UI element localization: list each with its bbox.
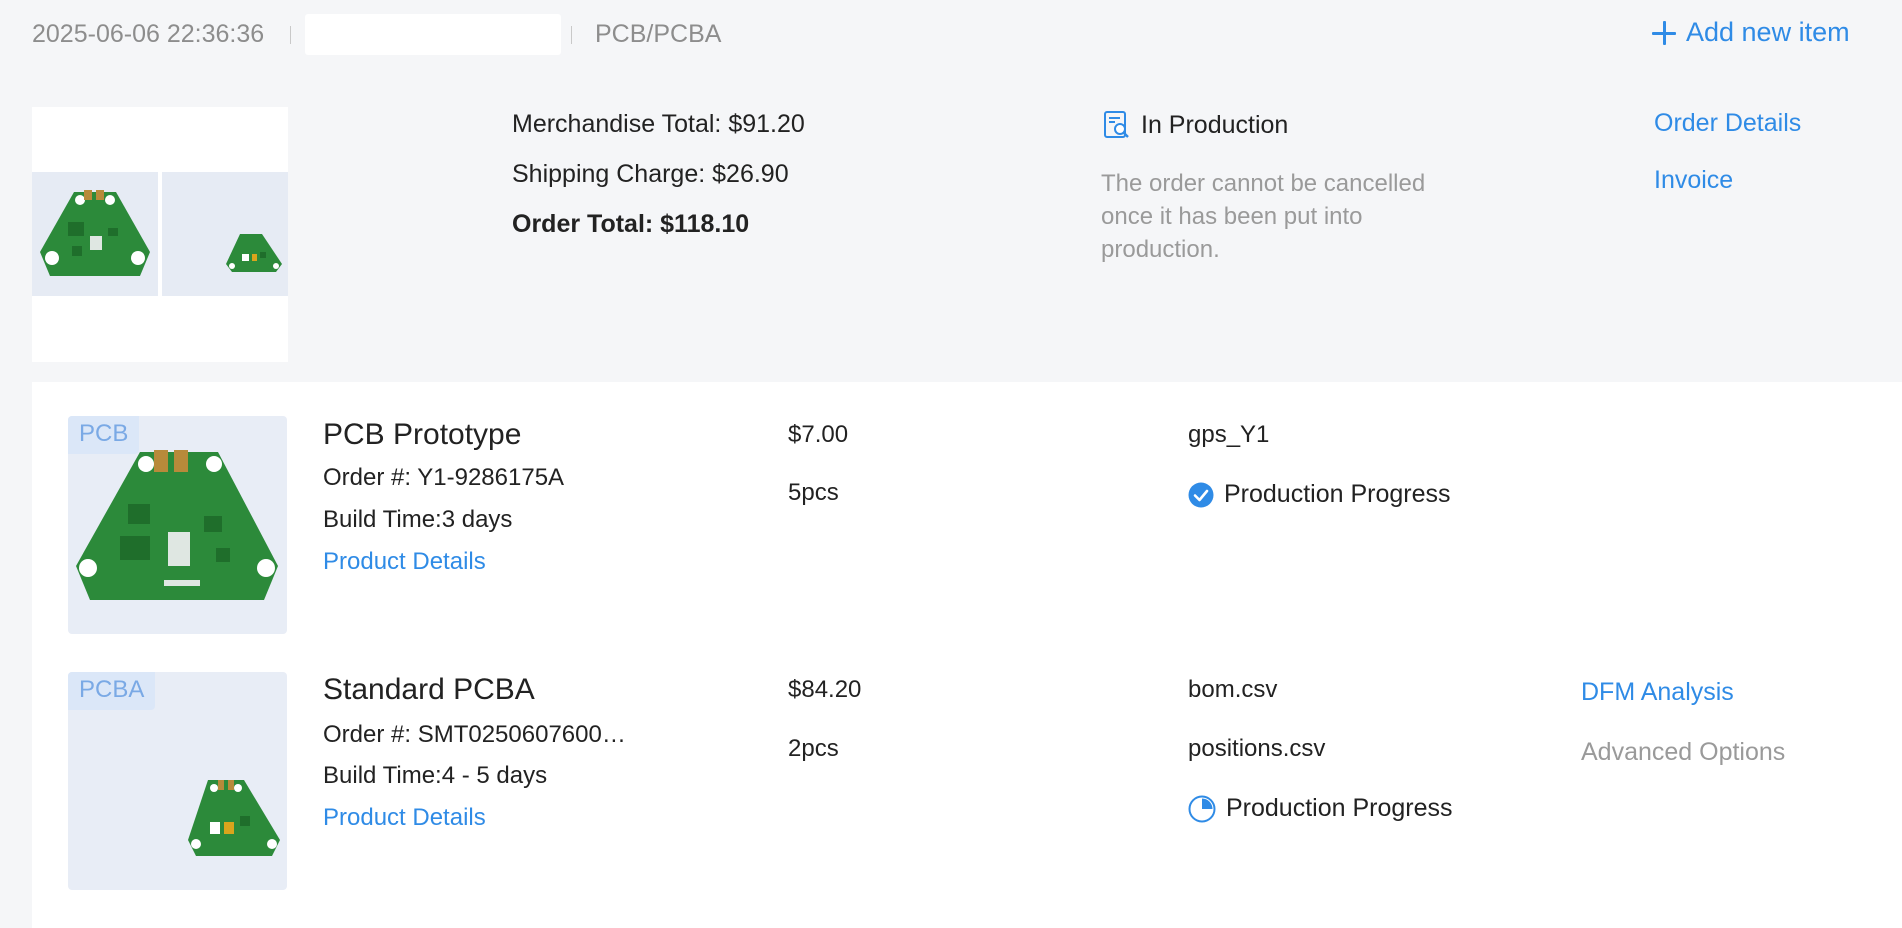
item-type-tag: PCBA bbox=[68, 672, 156, 710]
order-category: PCB/PCBA bbox=[595, 20, 722, 48]
item-build-time: Build Time:4 - 5 days bbox=[323, 762, 548, 789]
shipping-charge: Shipping Charge: $26.90 bbox=[512, 160, 789, 188]
item-type-tag: PCB bbox=[68, 416, 140, 454]
document-search-icon bbox=[1104, 111, 1129, 138]
order-items-card bbox=[32, 382, 1902, 928]
product-details-link[interactable]: Product Details bbox=[323, 804, 486, 832]
order-details-link[interactable]: Order Details bbox=[1654, 109, 1801, 138]
production-progress-button[interactable]: Production Progress bbox=[1188, 480, 1451, 509]
dfm-analysis-link[interactable]: DFM Analysis bbox=[1581, 678, 1734, 707]
item-quantity: 5pcs bbox=[788, 479, 839, 506]
invoice-link[interactable]: Invoice bbox=[1654, 166, 1733, 195]
item-build-time: Build Time:3 days bbox=[323, 506, 513, 533]
item-title: Standard PCBA bbox=[323, 673, 535, 706]
positions-file-link[interactable]: positions.csv bbox=[1188, 735, 1325, 763]
order-note-input[interactable] bbox=[305, 14, 561, 55]
product-details-link[interactable]: Product Details bbox=[323, 548, 486, 576]
pcba-item-image[interactable]: PCBA bbox=[68, 672, 287, 890]
order-total: Order Total: $118.10 bbox=[512, 210, 750, 238]
item-quantity: 2pcs bbox=[788, 735, 839, 762]
bom-file-link[interactable]: bom.csv bbox=[1188, 676, 1277, 704]
header-divider bbox=[290, 26, 291, 44]
add-new-item-button[interactable]: Add new item bbox=[1652, 17, 1850, 48]
pcb-thumbnail[interactable] bbox=[32, 172, 158, 296]
pcb-board-image bbox=[40, 190, 150, 276]
item-order-number: Order #: Y1-9286175A bbox=[323, 464, 565, 491]
add-new-item-label: Add new item bbox=[1686, 17, 1850, 47]
order-datetime: 2025-06-06 22:36:36 bbox=[32, 20, 265, 48]
item-price: $84.20 bbox=[788, 676, 862, 703]
pcba-board-image bbox=[226, 234, 282, 272]
pcb-item-image[interactable]: PCB bbox=[68, 416, 287, 634]
plus-icon bbox=[1652, 20, 1676, 45]
gerber-file-link[interactable]: gps_Y1 bbox=[1188, 421, 1269, 449]
pcba-thumbnail[interactable] bbox=[162, 172, 288, 296]
item-order-number: Order #: SMT0250607600… bbox=[323, 721, 626, 748]
advanced-options-link[interactable]: Advanced Options bbox=[1581, 738, 1785, 767]
item-price: $7.00 bbox=[788, 421, 849, 448]
header-divider bbox=[571, 26, 572, 44]
production-progress-label: Production Progress bbox=[1226, 794, 1453, 822]
production-progress-label: Production Progress bbox=[1224, 480, 1451, 508]
status-note: The order cannot be cancelled once it ha… bbox=[1101, 170, 1426, 263]
merchandise-total: Merchandise Total: $91.20 bbox=[512, 110, 805, 138]
production-progress-button[interactable]: Production Progress bbox=[1188, 794, 1453, 823]
order-status: In Production bbox=[1141, 111, 1289, 139]
check-circle-icon bbox=[1188, 482, 1214, 507]
item-title: PCB Prototype bbox=[323, 418, 522, 451]
order-thumbnail-panel[interactable] bbox=[32, 107, 288, 362]
pie-progress-icon bbox=[1188, 795, 1216, 822]
